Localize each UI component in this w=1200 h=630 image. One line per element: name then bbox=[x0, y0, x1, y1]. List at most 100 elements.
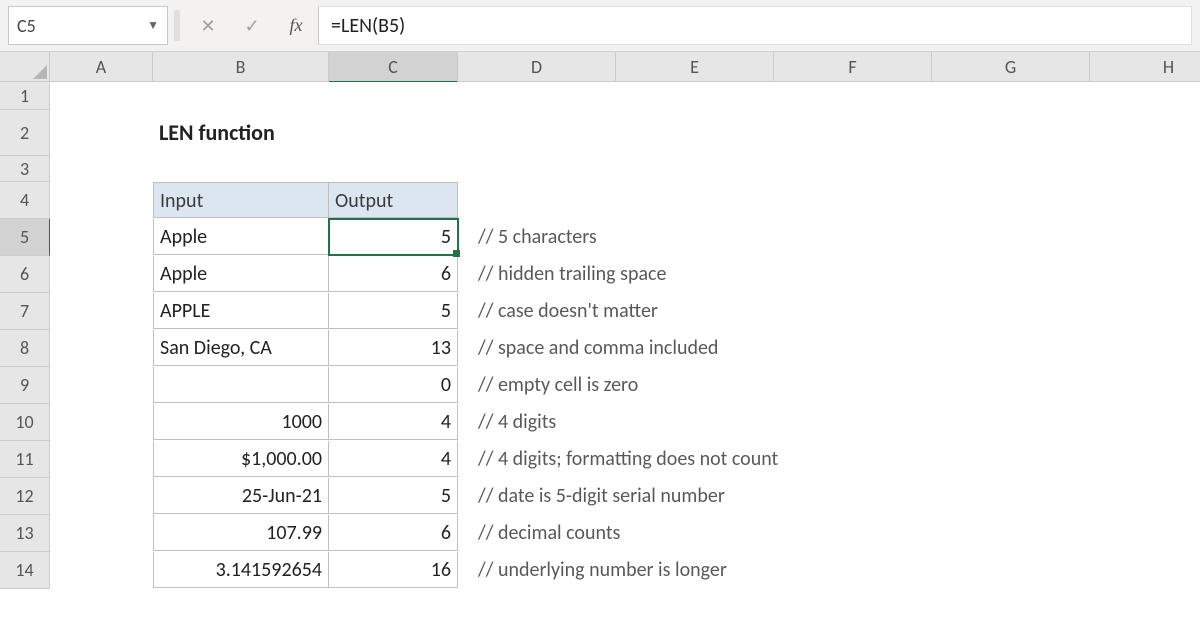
cell-C9[interactable]: 0 bbox=[329, 367, 458, 403]
cell-D10[interactable]: // 4 digits bbox=[458, 404, 1200, 440]
table-header-input[interactable]: Input bbox=[153, 182, 329, 218]
cell-D5[interactable]: // 5 characters bbox=[458, 219, 1200, 255]
cell-B9[interactable] bbox=[153, 367, 329, 403]
row-head-4[interactable]: 4 bbox=[0, 182, 50, 219]
col-head-F[interactable]: F bbox=[774, 52, 932, 82]
cell-B5[interactable]: Apple bbox=[153, 219, 329, 255]
cell-B12[interactable]: 25-Jun-21 bbox=[153, 478, 329, 514]
row-head-13[interactable]: 13 bbox=[0, 515, 50, 552]
cell-C3[interactable] bbox=[329, 156, 458, 182]
col-head-E[interactable]: E bbox=[616, 52, 774, 82]
page-title[interactable]: LEN function bbox=[153, 110, 329, 156]
row-head-10[interactable]: 10 bbox=[0, 404, 50, 441]
cell-A3[interactable] bbox=[50, 156, 153, 182]
cell-C6[interactable]: 6 bbox=[329, 256, 458, 292]
cell-A12[interactable] bbox=[50, 478, 153, 514]
table-header-output[interactable]: Output bbox=[329, 182, 458, 218]
col-head-H[interactable]: H bbox=[1090, 52, 1200, 82]
col-head-B[interactable]: B bbox=[153, 52, 329, 82]
name-box[interactable]: C5 ▼ bbox=[8, 6, 168, 45]
cell-B1[interactable] bbox=[153, 82, 329, 110]
cell-C5[interactable]: 5 bbox=[329, 219, 458, 255]
row-head-7[interactable]: 7 bbox=[0, 293, 50, 330]
cell-D3[interactable] bbox=[458, 156, 616, 182]
cell-G1[interactable] bbox=[932, 82, 1090, 110]
row-head-6[interactable]: 6 bbox=[0, 256, 50, 293]
cell-D9[interactable]: // empty cell is zero bbox=[458, 367, 1200, 403]
cell-A5[interactable] bbox=[50, 219, 153, 255]
cell-C12[interactable]: 5 bbox=[329, 478, 458, 514]
row-head-1[interactable]: 1 bbox=[0, 82, 50, 110]
chevron-down-icon[interactable]: ▼ bbox=[147, 18, 159, 33]
select-all-corner[interactable] bbox=[0, 52, 50, 82]
cell-F3[interactable] bbox=[774, 156, 932, 182]
cell-D1[interactable] bbox=[458, 82, 616, 110]
cell-B3[interactable] bbox=[153, 156, 329, 182]
cell-H4[interactable] bbox=[1090, 182, 1200, 218]
cell-D6[interactable]: // hidden trailing space bbox=[458, 256, 1200, 292]
col-head-C[interactable]: C bbox=[329, 52, 458, 82]
row-head-3[interactable]: 3 bbox=[0, 156, 50, 182]
enter-icon[interactable]: ✓ bbox=[230, 6, 274, 45]
cell-B7[interactable]: APPLE bbox=[153, 293, 329, 329]
col-head-D[interactable]: D bbox=[458, 52, 616, 82]
cell-B14[interactable]: 3.141592654 bbox=[153, 552, 329, 588]
cell-G2[interactable] bbox=[932, 110, 1090, 156]
cell-E1[interactable] bbox=[616, 82, 774, 110]
cell-G4[interactable] bbox=[932, 182, 1090, 218]
cell-A10[interactable] bbox=[50, 404, 153, 440]
row-head-9[interactable]: 9 bbox=[0, 367, 50, 404]
cell-H1[interactable] bbox=[1090, 82, 1200, 110]
cell-A9[interactable] bbox=[50, 367, 153, 403]
cell-C13[interactable]: 6 bbox=[329, 515, 458, 551]
row-head-12[interactable]: 12 bbox=[0, 478, 50, 515]
cell-D2[interactable] bbox=[458, 110, 616, 156]
cell-C8[interactable]: 13 bbox=[329, 330, 458, 366]
row-head-14[interactable]: 14 bbox=[0, 552, 50, 589]
cell-C10[interactable]: 4 bbox=[329, 404, 458, 440]
cell-H2[interactable] bbox=[1090, 110, 1200, 156]
cell-D12[interactable]: // date is 5-digit serial number bbox=[458, 478, 1200, 514]
cell-A14[interactable] bbox=[50, 552, 153, 588]
cell-E2[interactable] bbox=[616, 110, 774, 156]
cell-A7[interactable] bbox=[50, 293, 153, 329]
cell-B10[interactable]: 1000 bbox=[153, 404, 329, 440]
cell-A2[interactable] bbox=[50, 110, 153, 156]
cell-A1[interactable] bbox=[50, 82, 153, 110]
cell-F1[interactable] bbox=[774, 82, 932, 110]
cell-C14[interactable]: 16 bbox=[329, 552, 458, 588]
spreadsheet-grid[interactable]: A B C D E F G H 1 2 LEN function 3 4 Inp… bbox=[0, 52, 1200, 589]
cell-B6[interactable]: Apple bbox=[153, 256, 329, 292]
cell-B13[interactable]: 107.99 bbox=[153, 515, 329, 551]
row-head-8[interactable]: 8 bbox=[0, 330, 50, 367]
cell-A6[interactable] bbox=[50, 256, 153, 292]
col-head-A[interactable]: A bbox=[50, 52, 153, 82]
cell-D14[interactable]: // underlying number is longer bbox=[458, 552, 1200, 588]
row-head-5[interactable]: 5 bbox=[0, 219, 50, 256]
cell-C1[interactable] bbox=[329, 82, 458, 110]
fx-icon[interactable]: fx bbox=[274, 6, 318, 45]
cell-C2[interactable] bbox=[329, 110, 458, 156]
cell-C11[interactable]: 4 bbox=[329, 441, 458, 477]
cell-G3[interactable] bbox=[932, 156, 1090, 182]
cell-H3[interactable] bbox=[1090, 156, 1200, 182]
cell-D4[interactable] bbox=[458, 182, 616, 218]
cell-F4[interactable] bbox=[774, 182, 932, 218]
row-head-2[interactable]: 2 bbox=[0, 110, 50, 156]
cell-E3[interactable] bbox=[616, 156, 774, 182]
col-head-G[interactable]: G bbox=[932, 52, 1090, 82]
cell-D8[interactable]: // space and comma included bbox=[458, 330, 1200, 366]
cell-D7[interactable]: // case doesn't matter bbox=[458, 293, 1200, 329]
cell-F2[interactable] bbox=[774, 110, 932, 156]
cell-E4[interactable] bbox=[616, 182, 774, 218]
cell-C7[interactable]: 5 bbox=[329, 293, 458, 329]
cell-A4[interactable] bbox=[50, 182, 153, 218]
cell-D11[interactable]: // 4 digits; formatting does not count bbox=[458, 441, 1200, 477]
cell-A13[interactable] bbox=[50, 515, 153, 551]
cell-A11[interactable] bbox=[50, 441, 153, 477]
cell-B11[interactable]: $1,000.00 bbox=[153, 441, 329, 477]
cell-A8[interactable] bbox=[50, 330, 153, 366]
cell-B8[interactable]: San Diego, CA bbox=[153, 330, 329, 366]
row-head-11[interactable]: 11 bbox=[0, 441, 50, 478]
formula-input[interactable]: =LEN(B5) bbox=[318, 6, 1192, 45]
